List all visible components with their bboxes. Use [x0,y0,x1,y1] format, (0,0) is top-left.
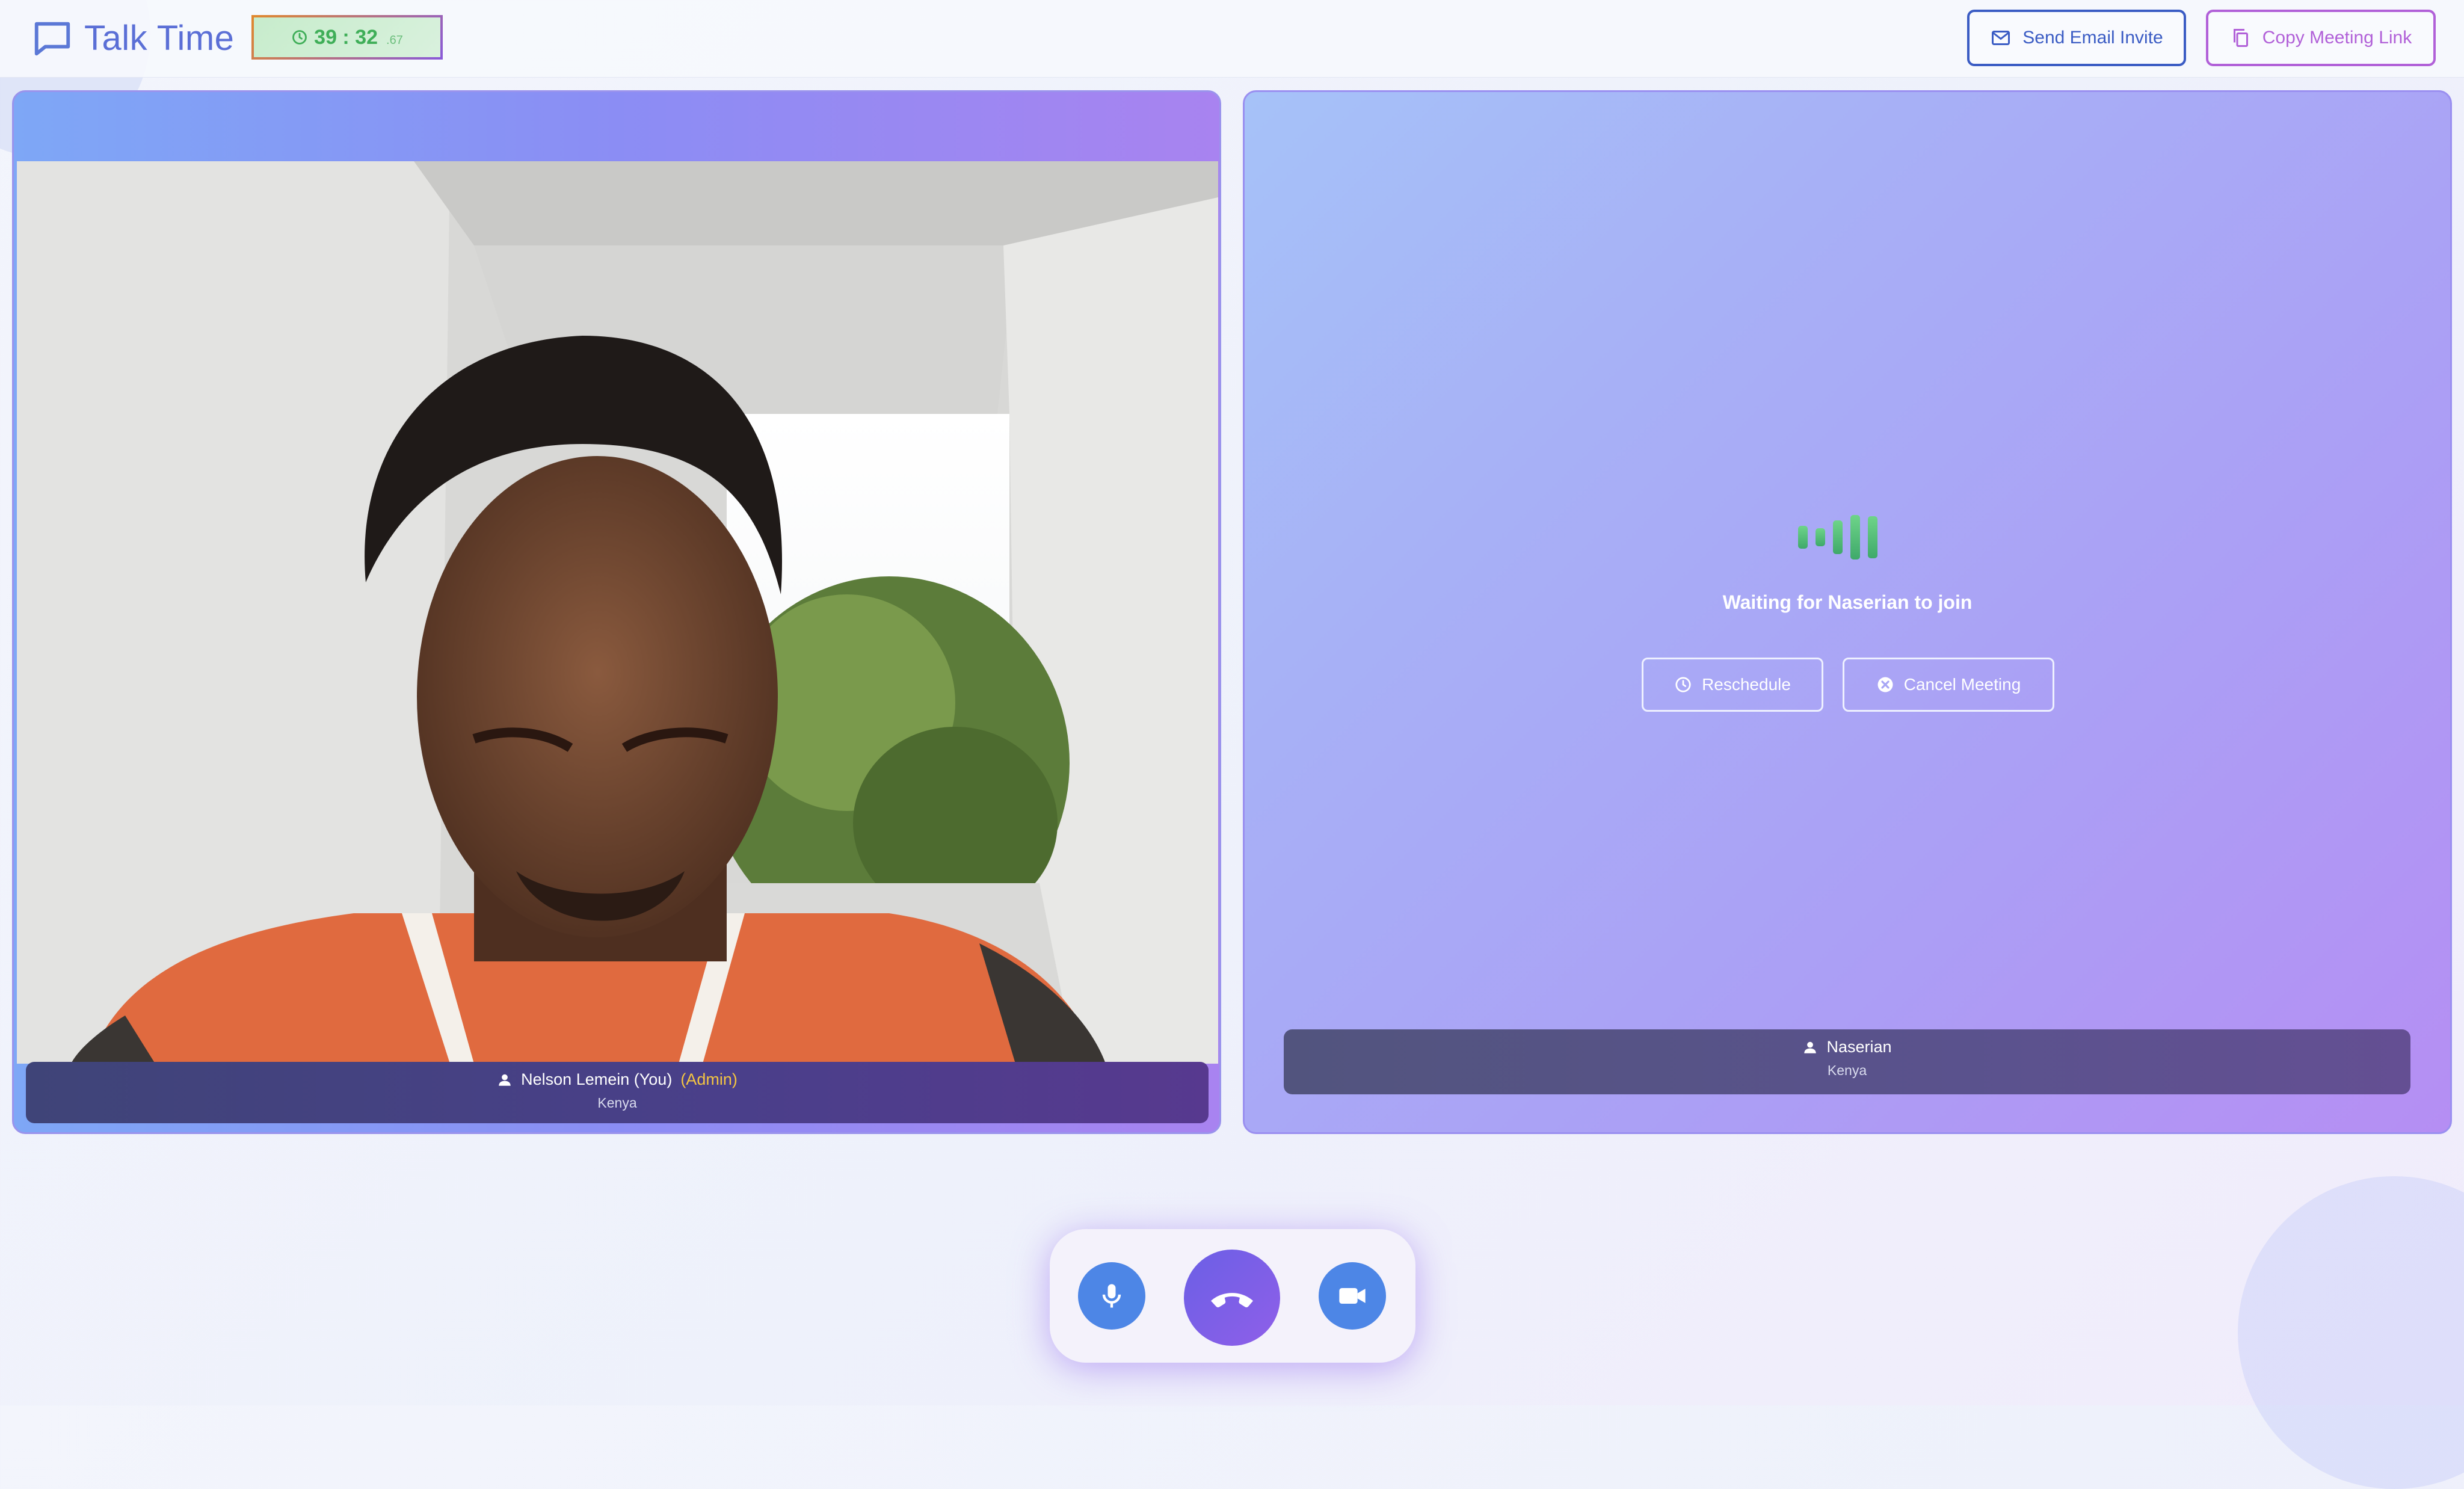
end-call-button[interactable] [1184,1250,1280,1346]
camera-frame-image [17,161,1218,1064]
timer-value: 39 : 32 [314,25,378,49]
clock-icon [292,30,307,45]
reschedule-button[interactable]: Reschedule [1642,658,1823,712]
copy-meeting-link-label: Copy Meeting Link [2262,28,2412,48]
participant-name: Nelson Lemein (You) [521,1070,673,1088]
participant-country: Kenya [1827,1062,1867,1078]
microphone-button[interactable] [1078,1262,1145,1330]
waiting-audio-wave-icon [1798,513,1906,561]
copy-icon [2233,29,2248,47]
envelope-icon [1992,31,2010,45]
clock-icon [1675,677,1691,692]
participant-country: Kenya [597,1095,637,1111]
user-icon [1804,1041,1817,1053]
cancel-meeting-button[interactable]: Cancel Meeting [1843,658,2054,712]
user-icon [499,1074,511,1086]
local-video-feed [17,161,1218,1064]
microphone-icon [1102,1284,1121,1308]
admin-badge: (Admin) [680,1070,738,1088]
cancel-circle-icon [1877,677,1893,692]
send-email-invite-button[interactable]: Send Email Invite [1967,10,2186,66]
app-title: Talk Time [84,18,235,58]
camera-button[interactable] [1319,1262,1386,1330]
send-email-invite-label: Send Email Invite [2022,28,2163,48]
end-call-icon [1211,1293,1253,1308]
local-participant-label: Nelson Lemein (You) (Admin) Kenya [26,1062,1209,1123]
top-bar: Talk Time 39 : 32 .67 Send Email Invite … [0,0,2464,78]
call-timer: 39 : 32 .67 [251,15,443,60]
remote-video-panel: Waiting for Naserian to join Reschedule … [1243,90,2452,1134]
call-controls [1050,1229,1415,1363]
timer-fraction: .67 [386,33,403,47]
chat-bubble-icon [34,22,70,56]
copy-meeting-link-button[interactable]: Copy Meeting Link [2206,10,2436,66]
local-video-panel: Nelson Lemein (You) (Admin) Kenya [12,90,1221,1134]
cancel-meeting-label: Cancel Meeting [1903,675,2021,694]
brand: Talk Time [31,17,234,59]
remote-participant-label: Naserian Kenya [1284,1029,2410,1094]
decorative-circle-bottom-right [2238,1176,2464,1489]
participant-name: Naserian [1826,1038,1892,1056]
reschedule-label: Reschedule [1702,675,1791,694]
waiting-message: Waiting for Naserian to join [1722,591,1973,613]
video-camera-icon [1339,1288,1366,1304]
